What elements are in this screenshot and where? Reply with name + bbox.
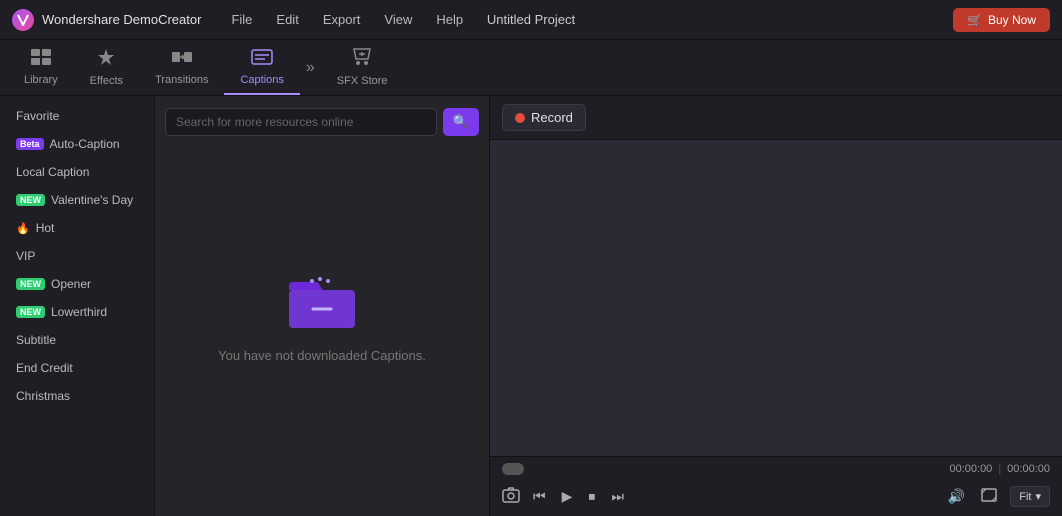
playhead-thumb[interactable] — [502, 463, 524, 475]
record-button[interactable]: Record — [502, 104, 586, 131]
playback-controls: ⏮ ▶ ⏹ ⏭ — [528, 485, 629, 508]
sidebar-label-opener: Opener — [51, 277, 91, 291]
search-button[interactable]: 🔍 — [443, 108, 479, 136]
sidebar-label-valentines-day: Valentine's Day — [51, 193, 133, 207]
transitions-icon — [171, 48, 193, 71]
time-total: 00:00:00 — [1007, 463, 1050, 475]
badge-beta: Beta — [16, 138, 44, 150]
tab-effects[interactable]: Effects — [74, 40, 139, 95]
tab-sfx-store-label: SFX Store — [337, 75, 388, 87]
sidebar-label-christmas: Christmas — [16, 389, 70, 403]
titlebar: Wondershare DemoCreator File Edit Export… — [0, 0, 1062, 40]
app-logo-icon — [12, 9, 34, 31]
sidebar-label-favorite: Favorite — [16, 109, 59, 123]
menu-help[interactable]: Help — [426, 8, 473, 31]
logo-area: Wondershare DemoCreator — [12, 9, 201, 31]
main-area: Favorite Beta Auto-Caption Local Caption… — [0, 96, 1062, 516]
time-displays: 00:00:00 | 00:00:00 — [949, 463, 1050, 475]
toolbar: Library Effects Transitions Caption — [0, 40, 1062, 96]
tab-effects-label: Effects — [90, 75, 123, 87]
sidebar-item-opener[interactable]: NEW Opener — [0, 270, 154, 298]
time-current: 00:00:00 — [949, 463, 992, 475]
sidebar-item-lowerthird[interactable]: NEW Lowerthird — [0, 298, 154, 326]
search-bar: 🔍 — [155, 96, 489, 148]
empty-state: You have not downloaded Captions. — [155, 148, 489, 516]
preview-area — [490, 140, 1062, 456]
tab-transitions-label: Transitions — [155, 74, 208, 86]
preview-controls: 00:00:00 | 00:00:00 ⏮ ▶ ⏹ ⏭ — [490, 456, 1062, 516]
empty-folder-icon — [287, 272, 357, 332]
tab-library[interactable]: Library — [8, 40, 74, 95]
time-bar: 00:00:00 | 00:00:00 — [490, 457, 1062, 481]
menu-bar: File Edit Export View Help — [221, 8, 953, 31]
sidebar-item-christmas[interactable]: Christmas — [0, 382, 154, 410]
preview-panel: Record 00:00:00 | 00:00:00 — [490, 96, 1062, 516]
buy-now-button[interactable]: 🛒 Buy Now — [953, 8, 1050, 32]
cart-icon: 🛒 — [967, 13, 982, 27]
menu-view[interactable]: View — [374, 8, 422, 31]
sidebar: Favorite Beta Auto-Caption Local Caption… — [0, 96, 155, 516]
record-label: Record — [531, 110, 573, 125]
sidebar-label-lowerthird: Lowerthird — [51, 305, 107, 319]
sidebar-item-auto-caption[interactable]: Beta Auto-Caption — [0, 130, 154, 158]
fit-label: Fit — [1019, 491, 1031, 503]
search-icon: 🔍 — [453, 114, 469, 129]
tab-sfx-store[interactable]: SFX Store — [321, 40, 404, 95]
chevron-down-icon: ▾ — [1035, 490, 1041, 503]
tab-captions-label: Captions — [240, 74, 283, 86]
more-tabs-button[interactable]: » — [300, 59, 321, 77]
sfx-store-icon — [351, 47, 373, 72]
sidebar-item-hot[interactable]: 🔥 Hot — [0, 214, 154, 242]
sidebar-item-vip[interactable]: VIP — [0, 242, 154, 270]
project-title: Untitled Project — [487, 12, 575, 27]
captions-icon — [251, 48, 273, 71]
sidebar-label-auto-caption: Auto-Caption — [50, 137, 120, 151]
controls-bar: ⏮ ▶ ⏹ ⏭ 🔊 Fit ▾ — [490, 481, 1062, 516]
screenshot-button[interactable] — [502, 487, 520, 507]
sidebar-item-subtitle[interactable]: Subtitle — [0, 326, 154, 354]
empty-message: You have not downloaded Captions. — [218, 348, 426, 363]
tab-library-label: Library — [24, 74, 58, 86]
sidebar-item-end-credit[interactable]: End Credit — [0, 354, 154, 382]
audio-controls: 🔊 — [943, 485, 1002, 508]
badge-new-lowerthird: NEW — [16, 306, 45, 318]
time-separator: | — [998, 463, 1001, 475]
step-back-button[interactable]: ⏮ — [528, 485, 551, 508]
content-panel: 🔍 You have not downloaded Captions — [155, 96, 490, 516]
sidebar-label-vip: VIP — [16, 249, 35, 263]
record-dot-icon — [515, 113, 525, 123]
badge-new-opener: NEW — [16, 278, 45, 290]
sidebar-item-valentines-day[interactable]: NEW Valentine's Day — [0, 186, 154, 214]
sidebar-item-local-caption[interactable]: Local Caption — [0, 158, 154, 186]
buy-now-label: Buy Now — [988, 13, 1036, 27]
hot-icon: 🔥 — [16, 222, 30, 235]
sidebar-label-local-caption: Local Caption — [16, 165, 89, 179]
play-button[interactable]: ▶ — [557, 485, 578, 508]
tab-transitions[interactable]: Transitions — [139, 40, 224, 95]
fit-select[interactable]: Fit ▾ — [1010, 486, 1050, 507]
step-forward-button[interactable]: ⏭ — [606, 485, 629, 508]
app-name: Wondershare DemoCreator — [42, 12, 201, 27]
menu-edit[interactable]: Edit — [266, 8, 308, 31]
stop-button[interactable]: ⏹ — [583, 485, 600, 508]
tab-captions[interactable]: Captions — [224, 40, 299, 95]
preview-toolbar: Record — [490, 96, 1062, 140]
sidebar-label-subtitle: Subtitle — [16, 333, 56, 347]
sidebar-item-favorite[interactable]: Favorite — [0, 102, 154, 130]
volume-button[interactable]: 🔊 — [943, 485, 970, 508]
sidebar-label-end-credit: End Credit — [16, 361, 73, 375]
sidebar-label-hot: Hot — [36, 221, 55, 235]
menu-file[interactable]: File — [221, 8, 262, 31]
badge-new-valentine: NEW — [16, 194, 45, 206]
search-input[interactable] — [165, 108, 437, 136]
effects-icon — [96, 47, 116, 72]
aspect-ratio-button[interactable] — [976, 485, 1002, 508]
library-icon — [30, 48, 52, 71]
menu-export[interactable]: Export — [313, 8, 371, 31]
